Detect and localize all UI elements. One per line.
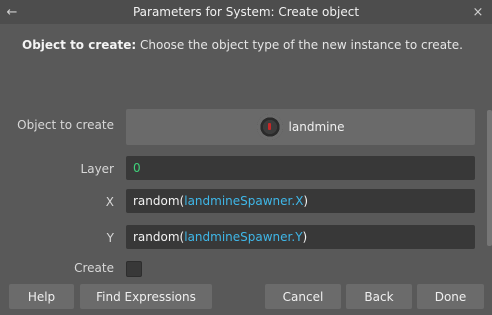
dialog-title: Parameters for System: Create object: [132, 5, 360, 19]
x-object-ref: landmineSpawner.X: [184, 194, 304, 208]
x-close-paren: ): [303, 194, 309, 208]
parameter-description: Object to create: Choose the object type…: [22, 38, 482, 52]
description-label: Object to create:: [22, 38, 137, 52]
create-label: Create: [74, 261, 114, 275]
y-close-paren: ): [302, 230, 308, 244]
back-arrow-icon[interactable]: ←: [4, 0, 20, 24]
x-input[interactable]: random(landmineSpawner.X): [126, 189, 475, 213]
y-label: Y: [106, 231, 114, 245]
find-expressions-button[interactable]: Find Expressions: [80, 284, 212, 309]
layer-input[interactable]: 0: [126, 156, 475, 180]
x-function: random(: [133, 194, 185, 208]
object-label: Object to create: [17, 118, 114, 132]
y-input[interactable]: random(landmineSpawner.Y): [126, 225, 475, 249]
object-name: landmine: [288, 120, 345, 134]
close-icon[interactable]: ×: [470, 0, 486, 24]
x-label: X: [105, 195, 114, 209]
y-object-ref: landmineSpawner.Y: [184, 230, 303, 244]
landmine-icon: [256, 114, 283, 140]
description-text: Choose the object type of the new instan…: [136, 38, 463, 52]
done-button[interactable]: Done: [417, 284, 484, 309]
layer-value: 0: [133, 161, 141, 175]
layer-label: Layer: [80, 162, 114, 176]
object-picker[interactable]: landmine: [126, 109, 475, 145]
back-button[interactable]: Back: [346, 284, 412, 309]
scrollbar[interactable]: [487, 110, 492, 246]
cancel-button[interactable]: Cancel: [265, 284, 341, 309]
y-function: random(: [133, 230, 185, 244]
help-button[interactable]: Help: [9, 284, 74, 309]
create-checkbox[interactable]: [126, 261, 142, 277]
title-bar: ← Parameters for System: Create object ×: [0, 0, 492, 24]
